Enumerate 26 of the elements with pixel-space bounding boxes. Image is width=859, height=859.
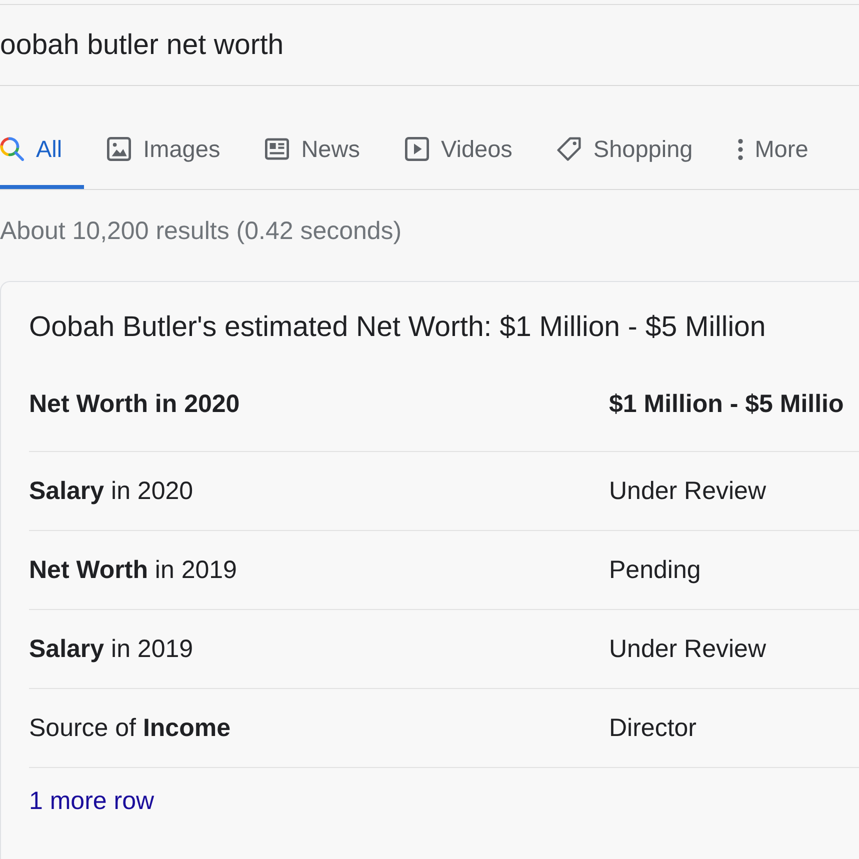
row-label: Salary in 2020 (29, 476, 194, 506)
search-icon (0, 137, 24, 161)
image-icon (107, 137, 132, 161)
tab[interactable]: All (0, 86, 84, 189)
row-label: Net Worth in 2019 (29, 555, 237, 585)
search-field[interactable]: oobah butler net worth (0, 4, 859, 86)
tag-icon (557, 137, 582, 161)
tab[interactable]: Videos (382, 86, 534, 189)
row-label: Net Worth in 2020 (29, 388, 240, 418)
newspaper-icon (265, 137, 290, 161)
tab[interactable]: More (714, 86, 830, 189)
row-value: Under Review (609, 634, 766, 664)
tab[interactable]: Shopping (534, 86, 715, 189)
tab[interactable]: Images (84, 86, 242, 189)
answer-title: Oobah Butler's estimated Net Worth: $1 Million - $5 Million (29, 311, 767, 344)
result-stats: About 10,200 results (0.42 seconds) (0, 216, 403, 246)
row-label: Salary in 2019 (29, 634, 194, 664)
play-icon (404, 137, 429, 161)
row-value: Director (609, 713, 697, 743)
row-label: Source of Income (29, 713, 230, 743)
row-value: Under Review (609, 476, 766, 506)
more-rows-link[interactable]: 1 more row (29, 786, 154, 816)
row-value: $1 Million - $5 Millio (609, 388, 844, 418)
tab[interactable]: News (242, 86, 382, 189)
vertical-dots-icon (738, 138, 743, 160)
row-value: Pending (609, 555, 701, 585)
